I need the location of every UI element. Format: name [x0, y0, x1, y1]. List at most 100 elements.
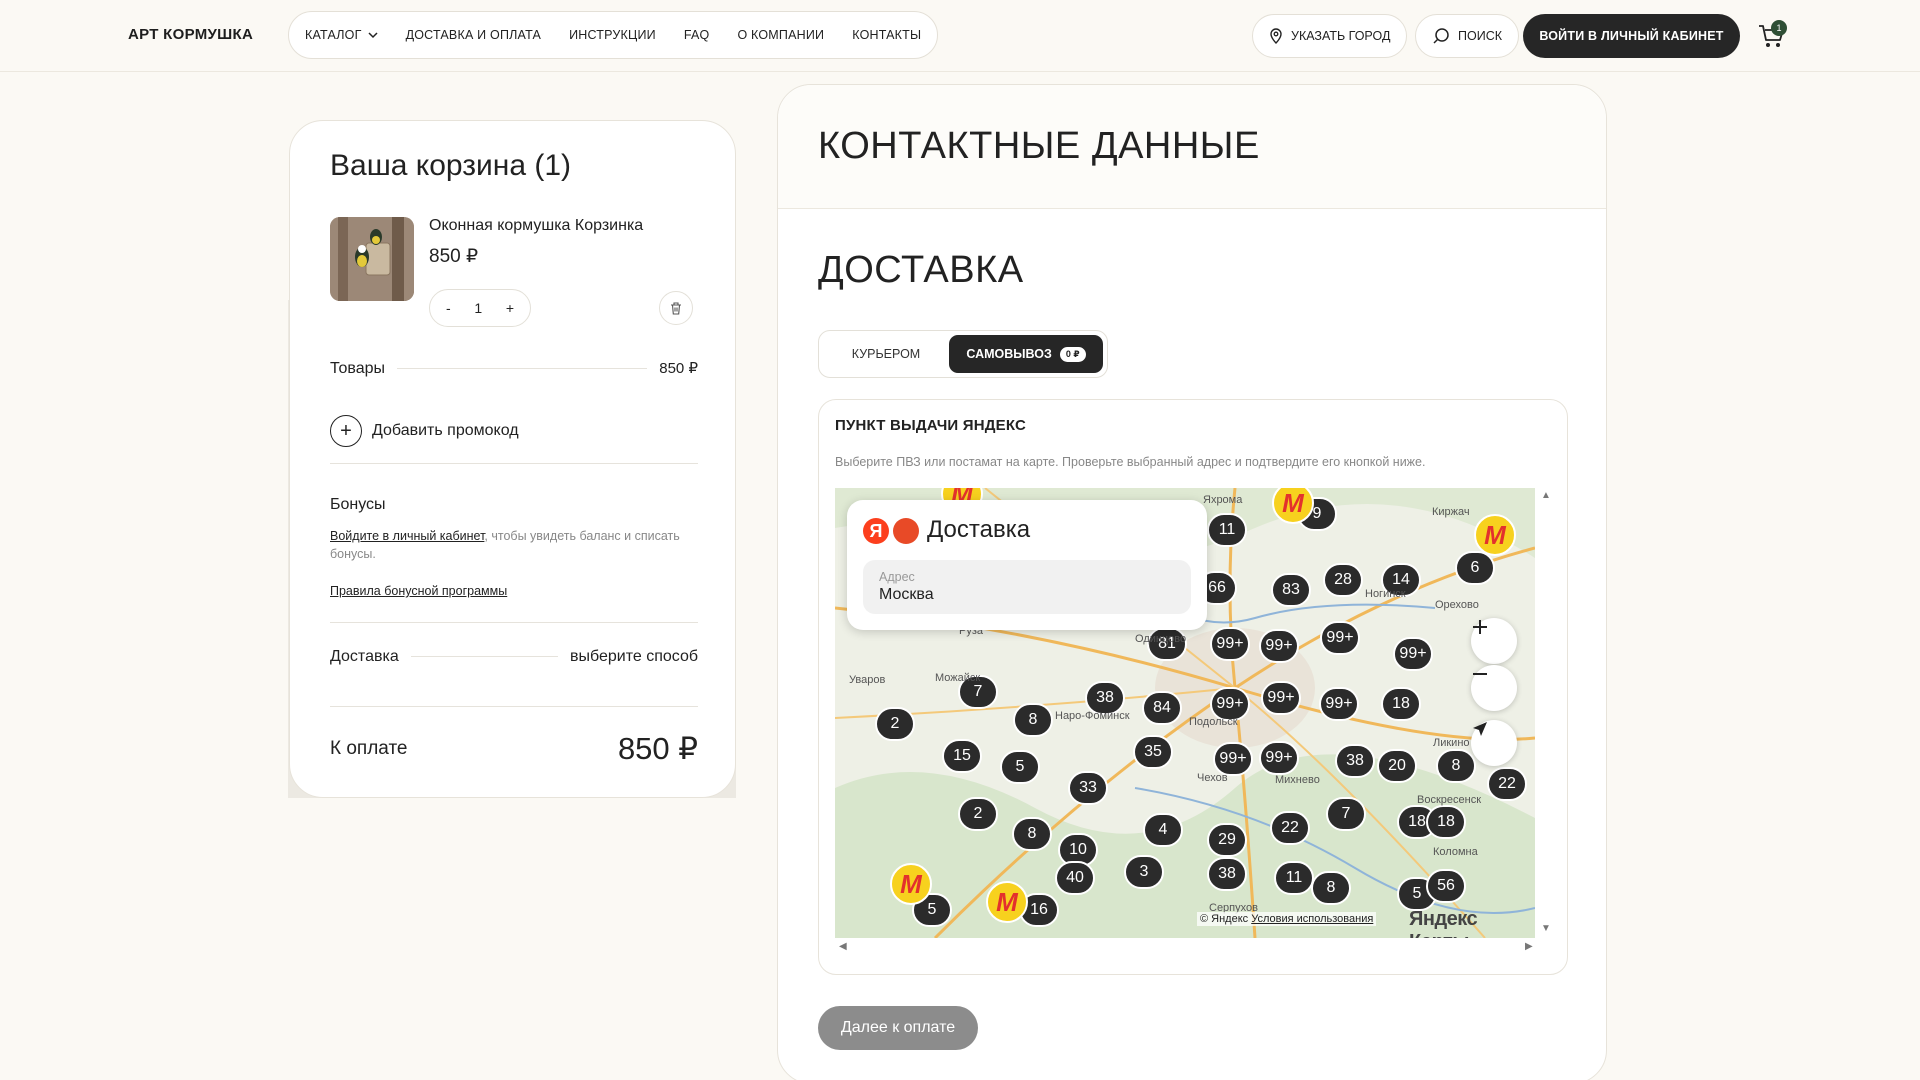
tab-courier[interactable]: КУРЬЕРОМ: [823, 347, 949, 361]
location-pin-icon: [1270, 28, 1282, 44]
nav-instructions[interactable]: ИНСТРУКЦИИ: [569, 28, 656, 42]
pickup-cluster-marker[interactable]: 11: [1274, 861, 1314, 895]
pickup-cluster-marker[interactable]: 8: [1311, 871, 1351, 905]
pickup-cluster-marker[interactable]: 99+: [1213, 742, 1253, 776]
pickup-cluster-marker[interactable]: 8: [1013, 703, 1053, 737]
pickup-cluster-marker[interactable]: 33: [1068, 771, 1108, 805]
pickup-cluster-marker[interactable]: 29: [1207, 823, 1247, 857]
pickup-cluster-marker[interactable]: 8: [1012, 817, 1052, 851]
main-nav: КАТАЛОГ ДОСТАВКА И ОПЛАТА ИНСТРУКЦИИ FAQ…: [288, 11, 939, 59]
pickup-cluster-marker[interactable]: 28: [1323, 563, 1363, 597]
pickup-cluster-marker[interactable]: 18: [1426, 805, 1466, 839]
quantity-increase-button[interactable]: +: [506, 300, 514, 316]
pickup-cluster-marker[interactable]: 15: [942, 739, 982, 773]
pickup-cluster-marker[interactable]: 2: [875, 707, 915, 741]
pickup-cluster-marker[interactable]: 5: [1000, 750, 1040, 784]
quantity-decrease-button[interactable]: -: [446, 300, 451, 316]
pickup-cluster-marker[interactable]: 22: [1487, 767, 1527, 801]
nav-delivery[interactable]: ДОСТАВКА И ОПЛАТА: [406, 28, 541, 42]
magnit-marker[interactable]: M: [890, 863, 932, 905]
geolocation-button[interactable]: [1471, 720, 1517, 766]
pickup-cluster-marker[interactable]: 99+: [1320, 621, 1360, 655]
pickup-cluster-marker[interactable]: 84: [1142, 691, 1182, 725]
scroll-right-arrow[interactable]: ▶: [1525, 941, 1533, 952]
nav-about[interactable]: О КОМПАНИИ: [737, 28, 824, 42]
nav-catalog[interactable]: КАТАЛОГ: [305, 28, 378, 42]
pickup-cluster-marker[interactable]: 99+: [1319, 687, 1359, 721]
address-value: Москва: [879, 586, 934, 603]
city-button[interactable]: УКАЗАТЬ ГОРОД: [1252, 14, 1408, 58]
cart-count-badge: 1: [1771, 20, 1787, 36]
pickup-cluster-marker[interactable]: 99+: [1393, 637, 1433, 671]
pickup-cluster-marker[interactable]: 6: [1455, 551, 1495, 585]
quantity-value[interactable]: 1: [474, 300, 482, 316]
product-thumbnail[interactable]: [330, 217, 414, 301]
bonus-title: Бонусы: [330, 496, 386, 513]
pickup-cluster-marker[interactable]: 99+: [1259, 629, 1299, 663]
cart-summary-card: Ваша корзина (1) Оконная кормушка Корзин…: [289, 120, 736, 798]
map-place-label: Яхрома: [1203, 494, 1243, 506]
map-place-label: Киржач: [1432, 506, 1470, 518]
pickup-cluster-marker[interactable]: 38: [1207, 857, 1247, 891]
pickup-cluster-marker[interactable]: 38: [1335, 744, 1375, 778]
pickup-cluster-marker[interactable]: 40: [1055, 861, 1095, 895]
add-promo-button[interactable]: + Добавить промокод: [330, 415, 519, 447]
map-copyright: © Яндекс Условия использования: [1197, 912, 1377, 926]
chevron-down-icon: [368, 31, 378, 38]
pickup-cluster-marker[interactable]: 22: [1270, 811, 1310, 845]
feeder-bird-image: [330, 217, 414, 301]
pickup-cluster-marker[interactable]: 99+: [1210, 627, 1250, 661]
pickup-cluster-marker[interactable]: 20: [1377, 749, 1417, 783]
pickup-cluster-marker[interactable]: 7: [1326, 797, 1366, 831]
pickup-cluster-marker[interactable]: 4: [1143, 813, 1183, 847]
goods-label: Товары: [330, 360, 386, 377]
yandex-logo-icon: Я: [863, 518, 889, 544]
magnit-marker[interactable]: M: [1474, 514, 1516, 556]
pickup-map[interactable]: 11 9 6 28 14 83 66 81 99+ 99+ 99+ 99+ 7 38 84 99+ 99+ 99+…: [835, 488, 1535, 938]
pickup-cluster-marker[interactable]: 99+: [1259, 741, 1299, 775]
nav-faq[interactable]: FAQ: [684, 28, 710, 42]
map-place-label: Орехово: [1435, 599, 1479, 611]
yandex-maps-brand[interactable]: Яндекс Карты: [1409, 908, 1535, 938]
tab-pickup[interactable]: САМОВЫВОЗ 0 ₽: [949, 335, 1103, 373]
search-button[interactable]: ПОИСК: [1415, 14, 1520, 58]
pickup-cluster-marker[interactable]: 56: [1426, 869, 1466, 903]
zoom-in-button[interactable]: [1471, 618, 1517, 664]
pickup-cluster-marker[interactable]: 83: [1271, 573, 1311, 607]
navigation-arrow-icon: [1473, 722, 1487, 736]
map-terms-link[interactable]: Условия использования: [1251, 913, 1373, 925]
scroll-up-arrow[interactable]: ▲: [1541, 490, 1551, 501]
login-button[interactable]: ВОЙТИ В ЛИЧНЫЙ КАБИНЕТ: [1523, 14, 1740, 58]
remove-item-button[interactable]: [659, 291, 693, 325]
map-place-label: Ликино: [1433, 737, 1470, 749]
pickup-cluster-marker[interactable]: 2: [958, 797, 998, 831]
promo-label: Добавить промокод: [372, 422, 519, 439]
scroll-down-arrow[interactable]: ▼: [1541, 923, 1551, 934]
map-place-label: Чехов: [1197, 772, 1228, 784]
bonus-login-link[interactable]: Войдите в личный кабинет: [330, 529, 484, 543]
next-to-payment-button[interactable]: Далее к оплате: [818, 1006, 978, 1050]
zoom-out-button[interactable]: [1471, 665, 1517, 711]
pickup-cluster-marker[interactable]: 3: [1124, 855, 1164, 889]
address-field[interactable]: Адрес Москва: [863, 560, 1191, 614]
product-name[interactable]: Оконная кормушка Корзинка: [429, 217, 643, 235]
contacts-section: КОНТАКТНЫЕ ДАННЫЕ: [778, 85, 1606, 209]
total-row: К оплате 850 ₽: [330, 731, 698, 767]
pickup-point-subtitle: Выберите ПВЗ или постамат на карте. Пров…: [835, 455, 1426, 469]
bonus-rules-link[interactable]: Правила бонусной программы: [330, 584, 507, 598]
tab-pickup-price-badge: 0 ₽: [1059, 346, 1086, 362]
nav-contacts[interactable]: КОНТАКТЫ: [852, 28, 921, 42]
checkout-card: КОНТАКТНЫЕ ДАННЫЕ ДОСТАВКА КУРЬЕРОМ САМО…: [777, 84, 1607, 1080]
delivery-box-icon: [893, 518, 919, 544]
site-logo[interactable]: АРТ КОРМУШКА: [128, 26, 253, 43]
pickup-cluster-marker[interactable]: 8: [1436, 749, 1476, 783]
delivery-method-tabs: КУРЬЕРОМ САМОВЫВОЗ 0 ₽: [818, 330, 1108, 378]
delivery-label: Доставка: [330, 648, 399, 665]
pickup-cluster-marker[interactable]: 18: [1381, 687, 1421, 721]
scroll-left-arrow[interactable]: ◀: [839, 941, 847, 952]
map-place-label: Одинцово: [1135, 633, 1187, 645]
pickup-cluster-marker[interactable]: 35: [1133, 735, 1173, 769]
magnit-marker[interactable]: M: [986, 881, 1028, 923]
pickup-cluster-marker[interactable]: 99+: [1261, 681, 1301, 715]
pickup-cluster-marker[interactable]: 11: [1207, 513, 1247, 547]
